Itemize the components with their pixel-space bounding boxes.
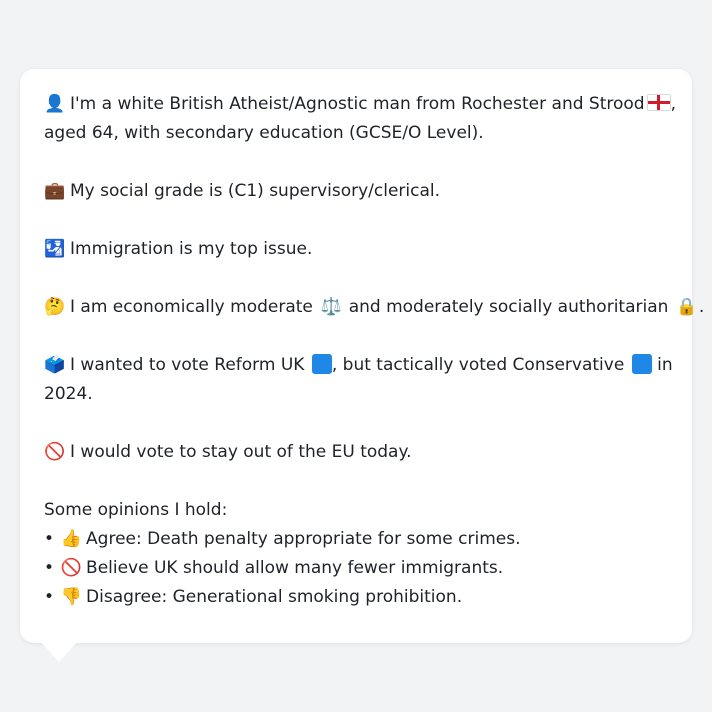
- ideology-text-1: I am economically moderate: [70, 297, 313, 317]
- prohibited-icon: 🚫: [60, 558, 82, 578]
- bullet: •: [44, 587, 55, 607]
- eu-paragraph: 🚫 I would vote to stay out of the EU toda…: [44, 438, 668, 467]
- england-flag-icon: [646, 94, 671, 111]
- person-silhouette-icon: 👤: [44, 94, 66, 114]
- ballot-box-icon: 🗳️: [44, 355, 66, 375]
- balance-scale-icon: ⚖️: [320, 297, 342, 317]
- vote-line-2: 2024.: [44, 384, 93, 404]
- thinking-face-icon: 🤔: [44, 297, 66, 317]
- list-item: • 👎 Disagree: Generational smoking prohibi…: [44, 583, 668, 612]
- identity-comma: ,: [670, 94, 676, 114]
- thumbs-down-icon: 👎: [60, 587, 82, 607]
- conservative-color-square: [631, 354, 652, 374]
- opinion-text: Believe UK should allow many fewer immig…: [86, 558, 504, 578]
- bullet: •: [44, 529, 55, 549]
- vote-paragraph: 🗳️ I wanted to vote Reform UK , but tacti…: [44, 351, 673, 409]
- top-issue-text: Immigration is my top issue.: [70, 239, 313, 259]
- persona-card: 👤 I'm a white British Atheist/Agnostic ma…: [20, 69, 704, 643]
- identity-paragraph: 👤 I'm a white British Atheist/Agnostic ma…: [44, 90, 676, 148]
- social-grade-paragraph: 💼 My social grade is (C1) supervisory/cle…: [44, 177, 668, 206]
- vote-text-2: , but tactically voted Conservative: [331, 355, 625, 375]
- prohibited-icon: 🚫: [44, 442, 66, 462]
- opinions-section: Some opinions I hold: • 👍 Agree: Death pen…: [44, 496, 668, 612]
- opinion-text: Disagree: Generational smoking prohibiti…: [86, 587, 463, 607]
- briefcase-icon: 💼: [44, 181, 66, 201]
- ideology-paragraph: 🤔 I am economically moderate ⚖️ and moder…: [44, 293, 704, 322]
- eu-text: I would vote to stay out of the EU today…: [70, 442, 412, 462]
- identity-line-1: 👤 I'm a white British Atheist/Agnostic ma…: [44, 90, 676, 119]
- vote-text-3: in: [657, 355, 673, 375]
- vote-text-1: I wanted to vote Reform UK: [70, 355, 305, 375]
- opinions-heading: Some opinions I hold:: [44, 500, 228, 520]
- thumbs-up-icon: 👍: [60, 529, 82, 549]
- ideology-text-3: .: [698, 297, 705, 317]
- social-grade-text: My social grade is (C1) supervisory/cler…: [70, 181, 441, 201]
- identity-text: I'm a white British Atheist/Agnostic man…: [70, 94, 645, 114]
- top-issue-paragraph: 🛂 Immigration is my top issue.: [44, 235, 668, 264]
- opinion-text: Agree: Death penalty appropriate for som…: [86, 529, 521, 549]
- list-item: • 👍 Agree: Death penalty appropriate for s…: [44, 525, 668, 554]
- passport-control-icon: 🛂: [44, 239, 66, 259]
- bubble-tail: [41, 642, 77, 662]
- lock-icon: 🔒: [676, 297, 698, 317]
- reform-uk-color-square: [311, 354, 332, 374]
- list-item: • 🚫 Believe UK should allow many fewer imm…: [44, 554, 668, 583]
- ideology-text-2: and moderately socially authoritarian: [348, 297, 669, 317]
- identity-line-2: aged 64, with secondary education (GCSE/…: [44, 123, 484, 143]
- bullet: •: [44, 558, 55, 578]
